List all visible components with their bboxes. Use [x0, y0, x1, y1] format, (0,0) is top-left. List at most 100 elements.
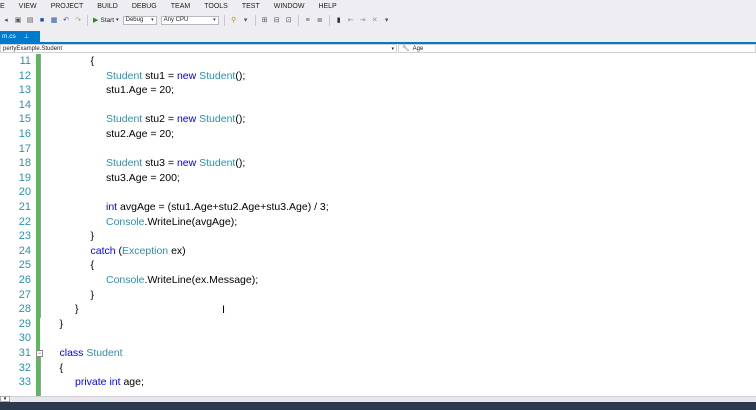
line-number: 32 — [18, 361, 31, 374]
code-text: stu2.Age = 20; — [106, 127, 174, 142]
start-button[interactable]: ▶ Start ▾ — [93, 16, 119, 25]
solution-platform-dropdown[interactable]: Any CPU ▾ — [160, 15, 219, 25]
code-line: 33 private int age; — [0, 375, 756, 390]
code-line: 12 Student stu1 = new Student(); — [0, 69, 756, 84]
menu-item-tools[interactable]: TOOLS — [204, 3, 228, 10]
code-line: 16 stu2.Age = 20; — [0, 127, 756, 142]
clear-bookmarks-icon[interactable]: ✕ — [371, 16, 379, 24]
code-text: stu1.Age = 20; — [106, 83, 174, 98]
line-number: 12 — [18, 69, 31, 82]
code-text: } — [75, 302, 79, 317]
undo-icon[interactable]: ↶ — [62, 16, 70, 24]
indent-icon[interactable]: ≡ — [304, 16, 312, 24]
code-token: stu1.Age = 20; — [106, 84, 175, 97]
back-icon[interactable]: ◂ — [2, 16, 10, 24]
chevron-down-icon[interactable]: ▾ — [383, 16, 391, 24]
code-token: (); — [235, 69, 246, 82]
bookmark-icon[interactable]: ▮ — [335, 16, 343, 24]
code-token: stu3.Age = 200; — [106, 171, 180, 184]
code-token: } — [59, 317, 64, 330]
code-line: 29} — [0, 317, 756, 332]
member-dropdown[interactable]: 🔧︎ Age — [398, 44, 756, 53]
keyword-token: private — [75, 376, 107, 389]
line-number: 24 — [18, 244, 31, 257]
find-icon[interactable]: ⚲ — [230, 16, 238, 24]
line-number: 17 — [18, 142, 31, 155]
type-token: Student — [106, 113, 143, 126]
code-line: 28} — [0, 302, 756, 317]
code-line: 21 int avgAge = (stu1.Age+stu2.Age+stu3.A… — [0, 200, 756, 215]
line-number: 15 — [18, 113, 31, 126]
menu-item-view[interactable]: VIEW — [19, 3, 37, 10]
keyword-token: class — [59, 347, 84, 359]
line-number: 13 — [18, 84, 31, 97]
redo-icon[interactable]: ↷ — [74, 16, 82, 24]
collapse-icon[interactable]: − — [36, 350, 43, 357]
code-text: { — [91, 54, 95, 69]
code-line: 31 class Student − — [0, 346, 756, 361]
code-token: stu2.Age = 20; — [106, 128, 175, 140]
menu-item-debug[interactable]: DEBUG — [132, 3, 157, 10]
save-all-icon[interactable]: ▦ — [50, 16, 58, 24]
status-bar — [0, 402, 756, 410]
menu-item-e[interactable]: E — [0, 3, 5, 10]
code-line: 19 stu3.Age = 200; — [0, 171, 756, 186]
code-text: Console.WriteLine(ex.Message); — [106, 273, 258, 288]
code-text: class Student — [60, 346, 123, 361]
line-number: 26 — [18, 274, 31, 286]
layout-icon[interactable]: ⊡ — [285, 16, 293, 24]
code-line: 17 — [0, 142, 756, 157]
new-project-icon[interactable]: ▣ — [14, 16, 22, 24]
align-icon[interactable]: ⊟ — [273, 16, 281, 24]
code-line: 18 Student stu3 = new Student(); — [0, 156, 756, 171]
line-number: 11 — [19, 55, 31, 67]
menu-item-project[interactable]: PROJECT — [51, 3, 84, 10]
code-token: age; — [120, 376, 144, 389]
chevron-down-icon: ▾ — [116, 17, 119, 23]
code-token: } — [75, 303, 79, 316]
code-line: 23} — [0, 229, 756, 244]
next-bookmark-icon[interactable]: ⇥ — [359, 16, 367, 24]
code-token: stu2 = — [142, 113, 177, 126]
line-number: 18 — [18, 157, 31, 170]
menu-item-window[interactable]: WINDOW — [274, 3, 305, 10]
type-token: Console — [106, 215, 145, 228]
platform-value: Any CPU — [163, 17, 189, 23]
code-editor[interactable]: I 11{12 Student stu1 = new Student(); 13st… — [0, 54, 756, 396]
code-token: stu1 = — [142, 69, 177, 82]
menu-item-test[interactable]: TEST — [242, 3, 260, 10]
pin-icon[interactable]: ⊥ — [24, 33, 29, 40]
line-number: 25 — [18, 259, 31, 272]
save-icon[interactable]: ■ — [38, 16, 46, 24]
tab-program-cs[interactable]: m.cs ⊥ — [0, 31, 40, 42]
keyword-token: int — [109, 376, 121, 389]
menu-item-build[interactable]: BUILD — [97, 3, 118, 10]
code-line: 27} — [0, 288, 756, 303]
code-text: private int age; — [75, 375, 144, 390]
type-token: Student — [199, 157, 236, 170]
chevron-down-icon: ▾ — [213, 17, 216, 23]
code-text: Student stu2 = new Student(); — [106, 112, 245, 127]
code-text: } — [60, 317, 64, 332]
chevron-down-icon[interactable]: ▾ — [242, 16, 250, 24]
code-token: (); — [235, 113, 246, 126]
outline-icon[interactable]: ⊞ — [261, 16, 269, 24]
outdent-icon[interactable]: ≣ — [316, 16, 324, 24]
solution-configuration-dropdown[interactable]: Debug ▾ — [122, 15, 157, 25]
keyword-token: new — [176, 69, 197, 82]
type-dropdown[interactable]: pertyExample.Student ▾ — [0, 44, 397, 53]
toolbar-separator — [254, 14, 256, 26]
menu-item-help[interactable]: HELP — [318, 3, 336, 10]
type-token: Console — [106, 274, 145, 286]
member-dropdown-value: Age — [412, 45, 424, 52]
toolbar-separator — [87, 14, 88, 26]
line-number: 16 — [18, 128, 31, 140]
open-icon[interactable]: ▤ — [26, 16, 34, 24]
code-line: 15 Student stu2 = new Student(); — [0, 112, 756, 127]
code-token: .WriteLine(avgAge); — [144, 215, 238, 228]
menu-item-team[interactable]: TEAM — [171, 3, 190, 10]
code-token: { — [90, 55, 95, 67]
prev-bookmark-icon[interactable]: ⇤ — [347, 16, 355, 24]
code-token: stu3 = — [142, 157, 177, 170]
keyword-token: catch — [90, 244, 116, 257]
